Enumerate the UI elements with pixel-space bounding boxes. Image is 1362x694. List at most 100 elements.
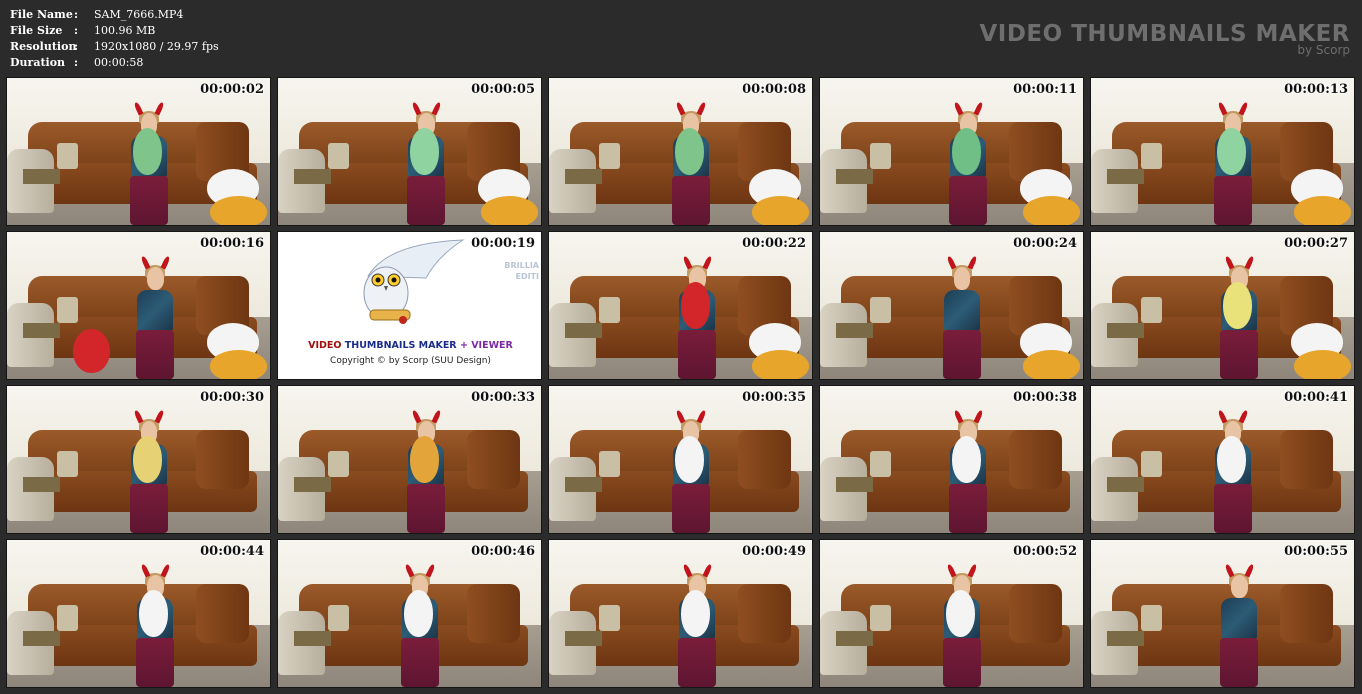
side-table (293, 169, 331, 184)
file-size-row: File Size : 100.96 MB (10, 23, 219, 39)
room-scene (278, 386, 541, 533)
thumbnail-frame[interactable]: 00:00:41 (1090, 385, 1355, 534)
floor-balloon-orange (209, 349, 268, 379)
held-balloon (72, 329, 110, 374)
thumbnail-logo-frame[interactable]: BRILLIA EDITI VIDEO THUMBNAILS MAKER + VIE… (277, 231, 542, 380)
person (134, 255, 176, 379)
thumbnail-frame[interactable]: 00:00:05 (277, 77, 542, 226)
cushion (869, 142, 891, 170)
held-balloon (1217, 435, 1247, 483)
side-table (1106, 477, 1144, 492)
person-legs (1213, 483, 1252, 533)
timestamp-label: 00:00:16 (200, 236, 264, 251)
resolution-row: Resolution : 1920x1080 / 29.97 fps (10, 39, 219, 55)
held-balloon (1217, 127, 1247, 175)
thumbnail-frame[interactable]: 00:00:11 (819, 77, 1084, 226)
logo-title-part3: + VIEWER (459, 340, 513, 351)
thumbnail-frame[interactable]: 00:00:52 (819, 539, 1084, 688)
thumbnail-frame[interactable]: 00:00:08 (548, 77, 813, 226)
room-scene (820, 386, 1083, 533)
cushion (56, 604, 78, 632)
floor-balloon-orange (751, 195, 810, 225)
thumbnail-frame[interactable]: 00:00:16 (6, 231, 271, 380)
sofa-arm-right (467, 584, 520, 643)
cushion (869, 604, 891, 632)
sofa-arm-right (196, 430, 249, 489)
room-scene (820, 540, 1083, 687)
duration-label: Duration (10, 56, 66, 69)
room-scene (549, 540, 812, 687)
thumbnail-frame[interactable]: 00:00:24 (819, 231, 1084, 380)
thumbnail-frame[interactable]: 00:00:35 (548, 385, 813, 534)
cushion (598, 604, 620, 632)
timestamp-label: 00:00:38 (1013, 390, 1077, 405)
cushion (1140, 142, 1162, 170)
sofa-arm-right (738, 584, 791, 643)
sofa-arm-right (1280, 430, 1333, 489)
cushion (56, 296, 78, 324)
side-table (1106, 169, 1144, 184)
thumbnail-frame[interactable]: 00:00:46 (277, 539, 542, 688)
timestamp-label: 00:00:08 (742, 82, 806, 97)
room-scene (7, 540, 270, 687)
held-balloon (404, 589, 434, 637)
person-legs (1219, 637, 1258, 687)
person-legs (677, 637, 716, 687)
person-legs (671, 175, 710, 225)
held-balloon (1223, 281, 1253, 329)
side-table (22, 169, 60, 184)
cushion (327, 142, 349, 170)
person-legs (129, 483, 168, 533)
resolution-value: 1920x1080 / 29.97 fps (94, 40, 219, 53)
thumbnail-frame[interactable]: 00:00:27 (1090, 231, 1355, 380)
floor-balloon-orange (1293, 349, 1352, 379)
thumbnail-frame[interactable]: 00:00:33 (277, 385, 542, 534)
cushion (1140, 604, 1162, 632)
room-scene (7, 78, 270, 225)
floor-balloon-orange (1022, 349, 1081, 379)
thumbnail-frame[interactable]: 00:00:02 (6, 77, 271, 226)
side-table (22, 323, 60, 338)
timestamp-label: 00:00:41 (1284, 390, 1348, 405)
thumbnail-frame[interactable]: 00:00:55 (1090, 539, 1355, 688)
timestamp-label: 00:00:49 (742, 544, 806, 559)
room-scene (820, 232, 1083, 379)
sofa-arm-right (738, 430, 791, 489)
timestamp-label: 00:00:30 (200, 390, 264, 405)
timestamp-label: 00:00:22 (742, 236, 806, 251)
logo-title-part1: VIDEO (308, 340, 342, 351)
timestamp-label: 00:00:46 (471, 544, 535, 559)
person (941, 255, 983, 379)
room-scene (1091, 232, 1354, 379)
logo-title: VIDEO THUMBNAILS MAKER + VIEWER (278, 340, 541, 351)
room-scene (549, 78, 812, 225)
cushion (56, 142, 78, 170)
room-scene (7, 232, 270, 379)
held-balloon (675, 435, 705, 483)
file-name-value: SAM_7666.MP4 (94, 8, 184, 21)
person-shirt (1221, 597, 1257, 641)
file-name-row: File Name : SAM_7666.MP4 (10, 7, 219, 23)
side-table (835, 169, 873, 184)
sofa-arm-right (1009, 430, 1062, 489)
timestamp-label: 00:00:33 (471, 390, 535, 405)
thumbnail-frame[interactable]: 00:00:49 (548, 539, 813, 688)
cushion (598, 142, 620, 170)
floor-balloon-orange (480, 195, 539, 225)
person-shirt (137, 289, 173, 333)
file-name-label: File Name (10, 8, 73, 21)
person-legs (942, 637, 981, 687)
person-legs (135, 329, 174, 379)
thumbnail-frame[interactable]: 00:00:38 (819, 385, 1084, 534)
floor-balloon-orange (1022, 195, 1081, 225)
thumbnail-frame[interactable]: 00:00:44 (6, 539, 271, 688)
thumbnail-frame[interactable]: 00:00:22 (548, 231, 813, 380)
side-table (564, 323, 602, 338)
held-balloon (675, 127, 705, 175)
held-balloon (133, 435, 163, 483)
room-scene (549, 232, 812, 379)
thumbnail-frame[interactable]: 00:00:30 (6, 385, 271, 534)
logo-title-part2: THUMBNAILS MAKER (344, 340, 457, 351)
thumbnail-frame[interactable]: 00:00:13 (1090, 77, 1355, 226)
room-scene (1091, 386, 1354, 533)
